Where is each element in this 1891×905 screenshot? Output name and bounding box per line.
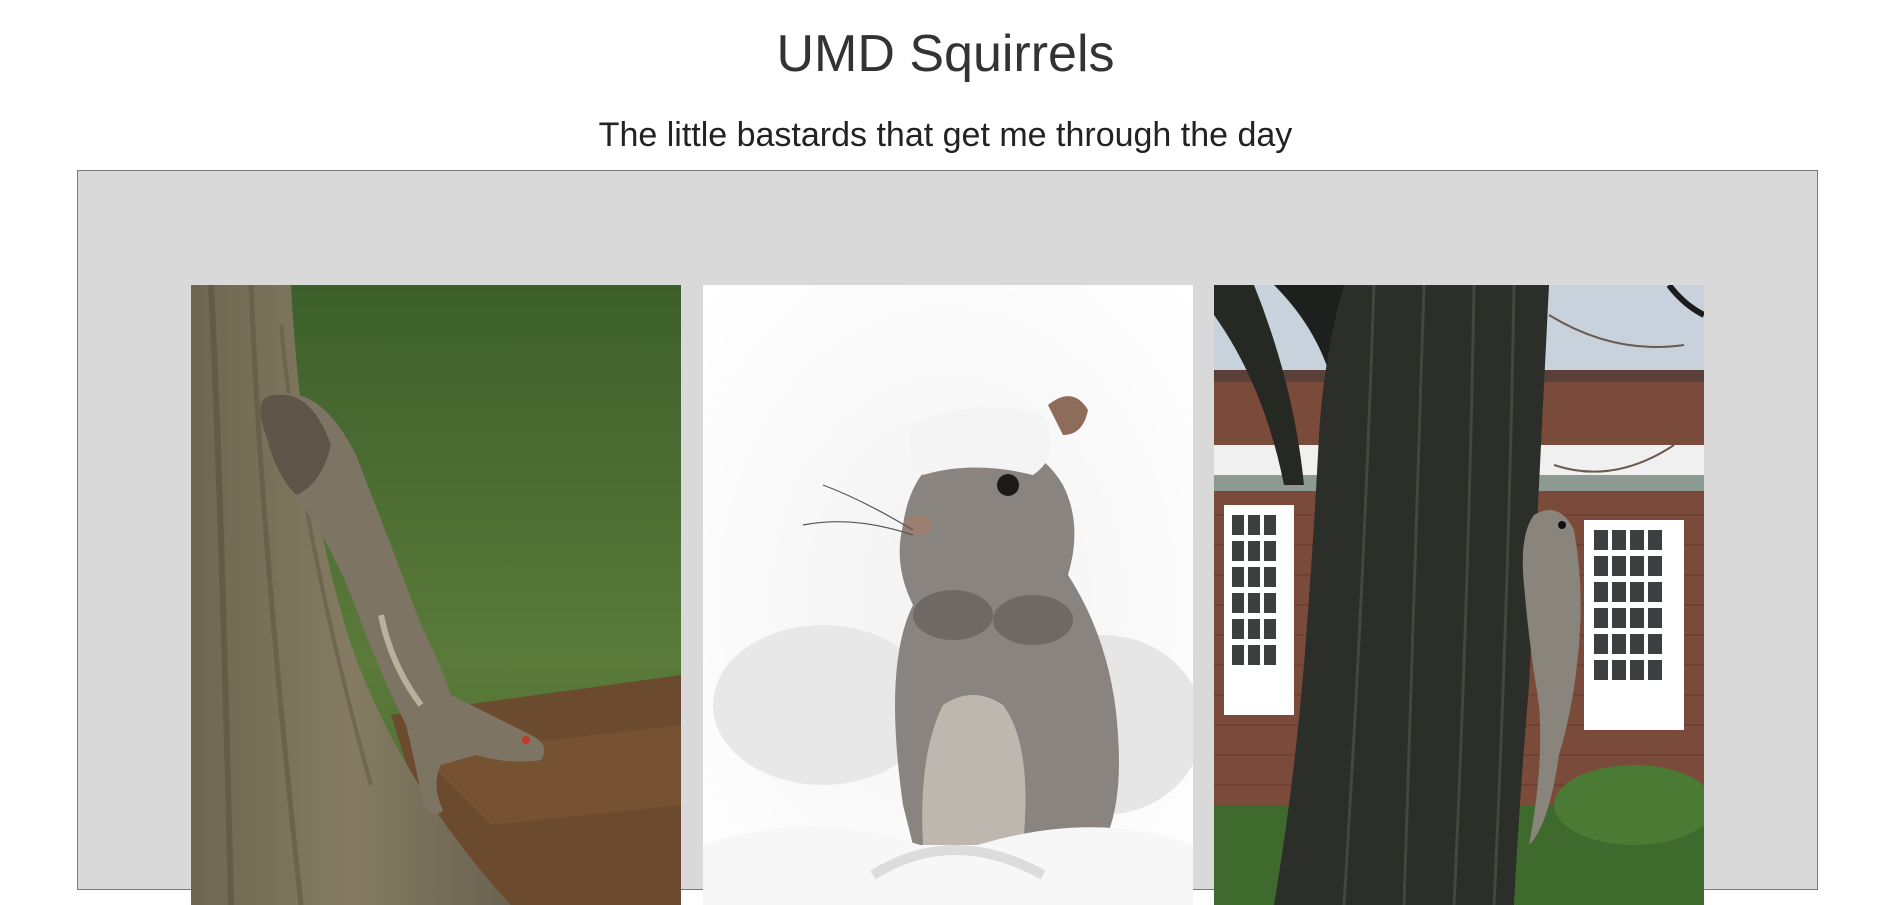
squirrel-snow-image [703, 285, 1193, 905]
squirrel-building-image [1214, 285, 1704, 905]
page-subtitle: The little bastards that get me through … [598, 116, 1293, 154]
squirrel-photo-brick-building[interactable] [1214, 285, 1704, 905]
gallery-panel [77, 170, 1818, 905]
page-title: UMD Squirrels [776, 25, 1115, 83]
squirrel-photo-snow[interactable] [703, 285, 1193, 905]
squirrel-photo-tree-grass[interactable] [191, 285, 681, 905]
squirrel-tree-image [191, 285, 681, 905]
